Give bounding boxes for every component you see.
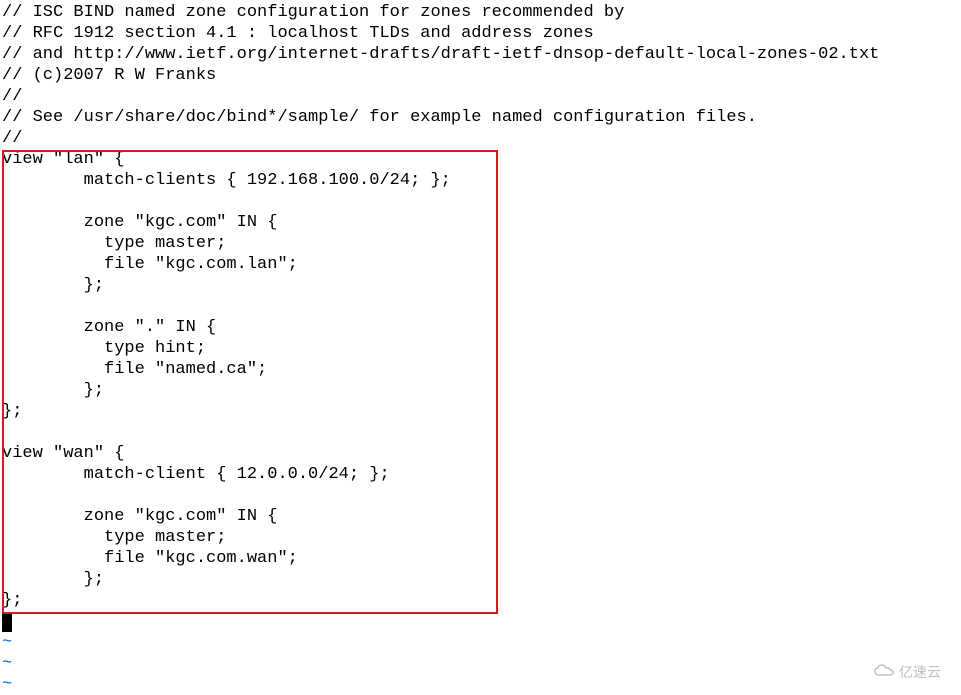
config-line: zone "kgc.com" IN { [2,507,277,526]
config-line: match-clients { 192.168.100.0/24; }; [2,171,451,190]
vim-tilde: ~ [0,653,961,674]
config-line: type hint; [2,339,206,358]
cloud-icon [873,662,895,683]
comment-header: // ISC BIND named zone configuration for… [0,0,961,149]
config-content[interactable]: view "lan" { match-clients { 192.168.100… [0,149,961,611]
config-line: }; [2,591,22,610]
config-line: type master; [2,528,226,547]
comment-line: // [2,129,22,148]
config-line: view "lan" { [2,150,124,169]
config-line: match-client { 12.0.0.0/24; }; [2,465,390,484]
config-line: type master; [2,234,226,253]
config-line: }; [2,402,22,421]
cursor-icon [2,612,12,632]
config-line: }; [2,276,104,295]
config-line: view "wan" { [2,444,124,463]
comment-line: // and http://www.ietf.org/internet-draf… [2,45,879,64]
config-line: }; [2,381,104,400]
vim-tilde: ~ [0,632,961,653]
config-line: file "kgc.com.wan"; [2,549,298,568]
comment-line: // ISC BIND named zone configuration for… [2,3,624,22]
config-line: file "named.ca"; [2,360,267,379]
config-line: zone "." IN { [2,318,216,337]
comment-line: // RFC 1912 section 4.1 : localhost TLDs… [2,24,594,43]
comment-line: // (c)2007 R W Franks [2,66,216,85]
comment-line: // [2,87,22,106]
config-line: }; [2,570,104,589]
watermark-text: 亿速云 [899,662,941,683]
config-line: zone "kgc.com" IN { [2,213,277,232]
comment-line: // See /usr/share/doc/bind*/sample/ for … [2,108,757,127]
config-line: file "kgc.com.lan"; [2,255,298,274]
watermark: 亿速云 [873,662,941,683]
